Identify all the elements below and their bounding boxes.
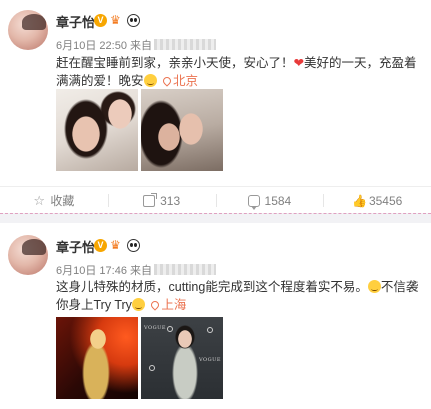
thumbs-up-icon: 👍: [351, 193, 367, 208]
post-meta: 6月10日 22:50 来自: [56, 37, 216, 53]
location-pin-icon: [149, 299, 162, 311]
backdrop-star-logo-icon: [207, 327, 213, 333]
post-time[interactable]: 6月10日 22:50: [56, 40, 127, 52]
verified-badge-icon: V: [94, 14, 107, 27]
post-image-2[interactable]: VOGUE VOGUE: [141, 317, 223, 399]
avatar[interactable]: [8, 10, 48, 50]
backdrop-logo: VOGUE: [144, 325, 166, 331]
post-source-prefix: 来自: [130, 40, 152, 52]
author-name[interactable]: 章子怡: [56, 237, 95, 256]
post-image-1[interactable]: [56, 89, 138, 171]
post-time[interactable]: 6月10日 17:46: [56, 265, 127, 277]
author-name[interactable]: 章子怡: [56, 12, 95, 31]
heart-icon: ❤: [293, 56, 304, 70]
laugh-emoji-icon: [131, 298, 145, 311]
post-image-1[interactable]: [56, 317, 138, 399]
location-link[interactable]: 上海: [148, 298, 186, 312]
post-source-prefix: 来自: [130, 265, 152, 277]
crown-icon: ♛: [110, 238, 121, 252]
location-name: 北京: [173, 74, 199, 88]
share-icon: [143, 192, 158, 207]
crown-icon: ♛: [110, 13, 121, 27]
post-text: 赶在醒宝睡前到家，亲亲小天使，安心了！❤美好的一天，充盈着满满的爱！晚安 北京: [56, 54, 422, 90]
location-pin-icon: [161, 75, 173, 87]
location-name: 上海: [161, 298, 187, 312]
share-button[interactable]: 313: [107, 187, 216, 214]
grin-emoji-icon: [367, 280, 381, 293]
panda-icon: [127, 14, 140, 27]
avatar[interactable]: [8, 235, 48, 275]
post-text-part-1: 赶在醒宝睡前到家，亲亲小天使，安心了！: [56, 56, 294, 70]
panda-icon: [127, 239, 140, 252]
like-button[interactable]: 👍 35456: [323, 187, 431, 214]
comment-button[interactable]: 1584: [215, 187, 324, 214]
action-bar: ☆ 收藏 313 1584 👍 35456: [0, 186, 431, 214]
location-link[interactable]: 北京: [160, 74, 198, 88]
post-text-part-1: 这身儿特殊的材质，cutting能完成到这个程度着实不易。: [56, 280, 368, 294]
share-count: 313: [160, 193, 181, 208]
verified-badge-icon: V: [94, 239, 107, 252]
favorite-label: 收藏: [50, 194, 75, 208]
smile-emoji-icon: [143, 74, 157, 87]
post-image-2[interactable]: [141, 89, 223, 171]
backdrop-star-logo-icon: [149, 365, 155, 371]
source-redacted: [154, 264, 216, 275]
like-count: 35456: [368, 193, 403, 208]
favorite-button[interactable]: ☆ 收藏: [0, 187, 108, 214]
backdrop-logo: VOGUE: [199, 357, 221, 363]
source-redacted: [154, 39, 216, 50]
star-icon: ☆: [33, 192, 46, 208]
comment-count: 1584: [264, 193, 292, 208]
comment-icon: [247, 194, 260, 210]
backdrop-star-logo-icon: [167, 326, 173, 332]
weibo-post: 章子怡 V ♛ 6月10日 22:50 来自 赶在醒宝睡前到家，亲亲小天使，安心…: [0, 0, 431, 213]
post-text: 这身儿特殊的材质，cutting能完成到这个程度着实不易。 不信袭你身上Try T…: [56, 278, 422, 314]
post-meta: 6月10日 17:46 来自: [56, 262, 216, 278]
